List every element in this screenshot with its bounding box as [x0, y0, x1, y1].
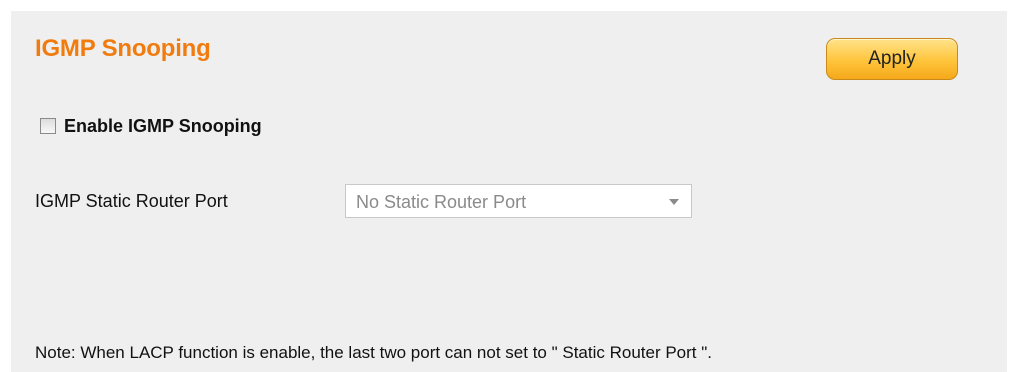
enable-igmp-snooping-checkbox[interactable] — [40, 118, 56, 134]
enable-igmp-snooping-label[interactable]: Enable IGMP Snooping — [64, 116, 262, 137]
static-router-port-label: IGMP Static Router Port — [35, 191, 228, 211]
page-title: IGMP Snooping — [35, 35, 211, 62]
static-router-port-selected-value: No Static Router Port — [356, 192, 527, 212]
igmp-snooping-panel: IGMP Snooping Apply Enable IGMP Snooping… — [11, 11, 1007, 372]
apply-button[interactable]: Apply — [826, 38, 958, 80]
static-router-port-select[interactable]: No Static Router Port — [345, 184, 692, 218]
lacp-note-text: Note: When LACP function is enable, the … — [35, 343, 712, 362]
chevron-down-icon[interactable] — [669, 199, 679, 205]
enable-igmp-snooping-row[interactable]: Enable IGMP Snooping — [40, 115, 262, 137]
